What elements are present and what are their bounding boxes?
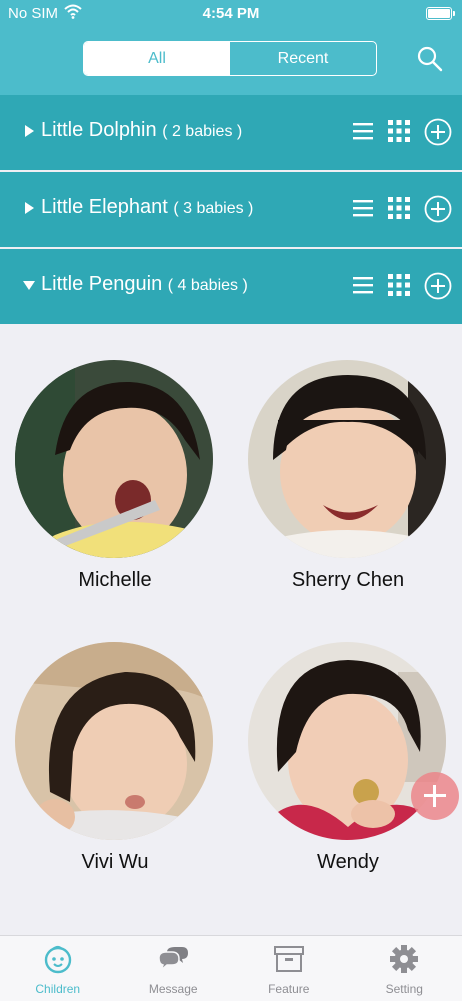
child-name: Sherry Chen: [238, 569, 458, 592]
group-count: ( 2 babies ): [162, 123, 242, 140]
group-count: ( 4 babies ): [168, 277, 248, 294]
archive-box-icon: [273, 944, 305, 974]
list-view-icon[interactable]: [352, 120, 374, 142]
child-name: Michelle: [5, 569, 225, 592]
tab-setting[interactable]: Setting: [347, 936, 462, 1001]
segment-all[interactable]: All: [84, 42, 230, 75]
add-child-fab[interactable]: [411, 772, 459, 820]
tab-feature[interactable]: Feature: [231, 936, 347, 1001]
group-row-little-elephant[interactable]: Little Elephant ( 3 babies ): [0, 172, 462, 247]
group-name: Little Dolphin: [41, 119, 157, 141]
child-card-vivi-wu[interactable]: Vivi Wu: [15, 642, 215, 882]
tab-label: Feature: [231, 982, 347, 996]
tab-children[interactable]: Children: [0, 936, 116, 1001]
group-name: Little Penguin: [41, 273, 162, 295]
group-name: Little Elephant: [41, 196, 168, 218]
child-name: Vivi Wu: [5, 851, 225, 874]
child-name: Wendy: [238, 851, 458, 874]
group-row-little-penguin[interactable]: Little Penguin ( 4 babies ): [0, 249, 462, 324]
tab-message[interactable]: Message: [116, 936, 232, 1001]
status-bar: No SIM 4:54 PM: [0, 0, 462, 28]
chat-bubbles-icon: [157, 944, 189, 974]
filter-segmented-control: All Recent: [83, 41, 377, 76]
add-circle-icon[interactable]: [424, 195, 452, 223]
group-title: Little Dolphin ( 2 babies ): [41, 119, 242, 142]
tab-label: Setting: [347, 982, 462, 996]
bottom-tab-bar: Children Message Feature Setting: [0, 935, 462, 1001]
child-avatar: [248, 360, 446, 558]
status-time: 4:54 PM: [0, 5, 462, 22]
tab-label: Message: [116, 982, 232, 996]
group-count: ( 3 babies ): [173, 200, 253, 217]
top-header: No SIM 4:54 PM All Recent: [0, 0, 462, 95]
child-avatar: [15, 642, 213, 840]
child-card-wendy[interactable]: Wendy: [248, 642, 448, 882]
list-view-icon[interactable]: [352, 197, 374, 219]
grid-view-icon[interactable]: [387, 196, 411, 220]
baby-face-icon: [42, 944, 74, 974]
child-avatar: [15, 360, 213, 558]
grid-view-icon[interactable]: [387, 119, 411, 143]
child-card-sherry-chen[interactable]: Sherry Chen: [248, 360, 448, 600]
add-circle-icon[interactable]: [424, 118, 452, 146]
group-row-little-dolphin[interactable]: Little Dolphin ( 2 babies ): [0, 95, 462, 170]
segment-recent[interactable]: Recent: [230, 42, 376, 75]
grid-view-icon[interactable]: [387, 273, 411, 297]
list-view-icon[interactable]: [352, 274, 374, 296]
caret-down-icon: [22, 278, 36, 292]
caret-right-icon: [22, 201, 36, 215]
search-icon[interactable]: [416, 45, 444, 73]
tab-label: Children: [0, 982, 116, 996]
gear-icon: [388, 944, 420, 974]
group-title: Little Penguin ( 4 babies ): [41, 273, 248, 296]
child-card-michelle[interactable]: Michelle: [15, 360, 215, 600]
battery-icon: [426, 7, 452, 20]
group-title: Little Elephant ( 3 babies ): [41, 196, 253, 219]
caret-right-icon: [22, 124, 36, 138]
add-circle-icon[interactable]: [424, 272, 452, 300]
